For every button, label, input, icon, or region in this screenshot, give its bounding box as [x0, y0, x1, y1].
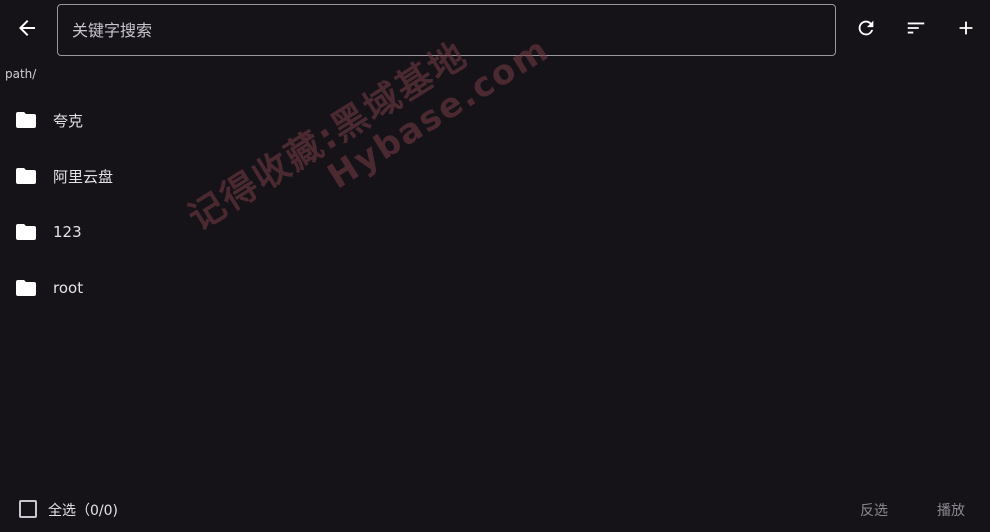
sort-icon: [907, 22, 925, 34]
top-bar: [0, 0, 990, 60]
back-button[interactable]: [5, 6, 49, 50]
refresh-icon: [858, 20, 874, 36]
arrow-left-icon: [19, 20, 35, 36]
folder-icon: [16, 280, 36, 296]
folder-icon: [16, 168, 36, 184]
folder-icon: [16, 224, 36, 240]
file-browser-screen: path/ 夸克 阿里云盘 123 root 记得收藏:黑: [0, 0, 990, 532]
bottom-bar: 全选（0/0) 反选 播放: [0, 490, 990, 532]
folder-name: 123: [53, 223, 82, 241]
search-field[interactable]: [57, 4, 836, 56]
folder-row[interactable]: 123: [0, 204, 990, 260]
path-breadcrumb: path/: [5, 67, 37, 81]
folder-name: root: [53, 279, 84, 297]
folder-row[interactable]: root: [0, 260, 990, 316]
play-button[interactable]: 播放: [937, 500, 965, 520]
folder-row[interactable]: 阿里云盘: [0, 148, 990, 204]
folder-list: 夸克 阿里云盘 123 root: [0, 92, 990, 316]
folder-name: 夸克: [53, 111, 84, 130]
search-input[interactable]: [58, 5, 835, 55]
refresh-button[interactable]: [844, 6, 888, 50]
folder-row[interactable]: 夸克: [0, 92, 990, 148]
folder-name: 阿里云盘: [53, 167, 114, 186]
add-button[interactable]: [944, 6, 988, 50]
invert-selection-button[interactable]: 反选: [860, 500, 888, 520]
select-all-checkbox[interactable]: [19, 500, 37, 518]
select-all-label[interactable]: 全选（0/0): [48, 500, 118, 520]
plus-icon: [959, 21, 973, 35]
sort-button[interactable]: [894, 6, 938, 50]
folder-icon: [16, 112, 36, 128]
